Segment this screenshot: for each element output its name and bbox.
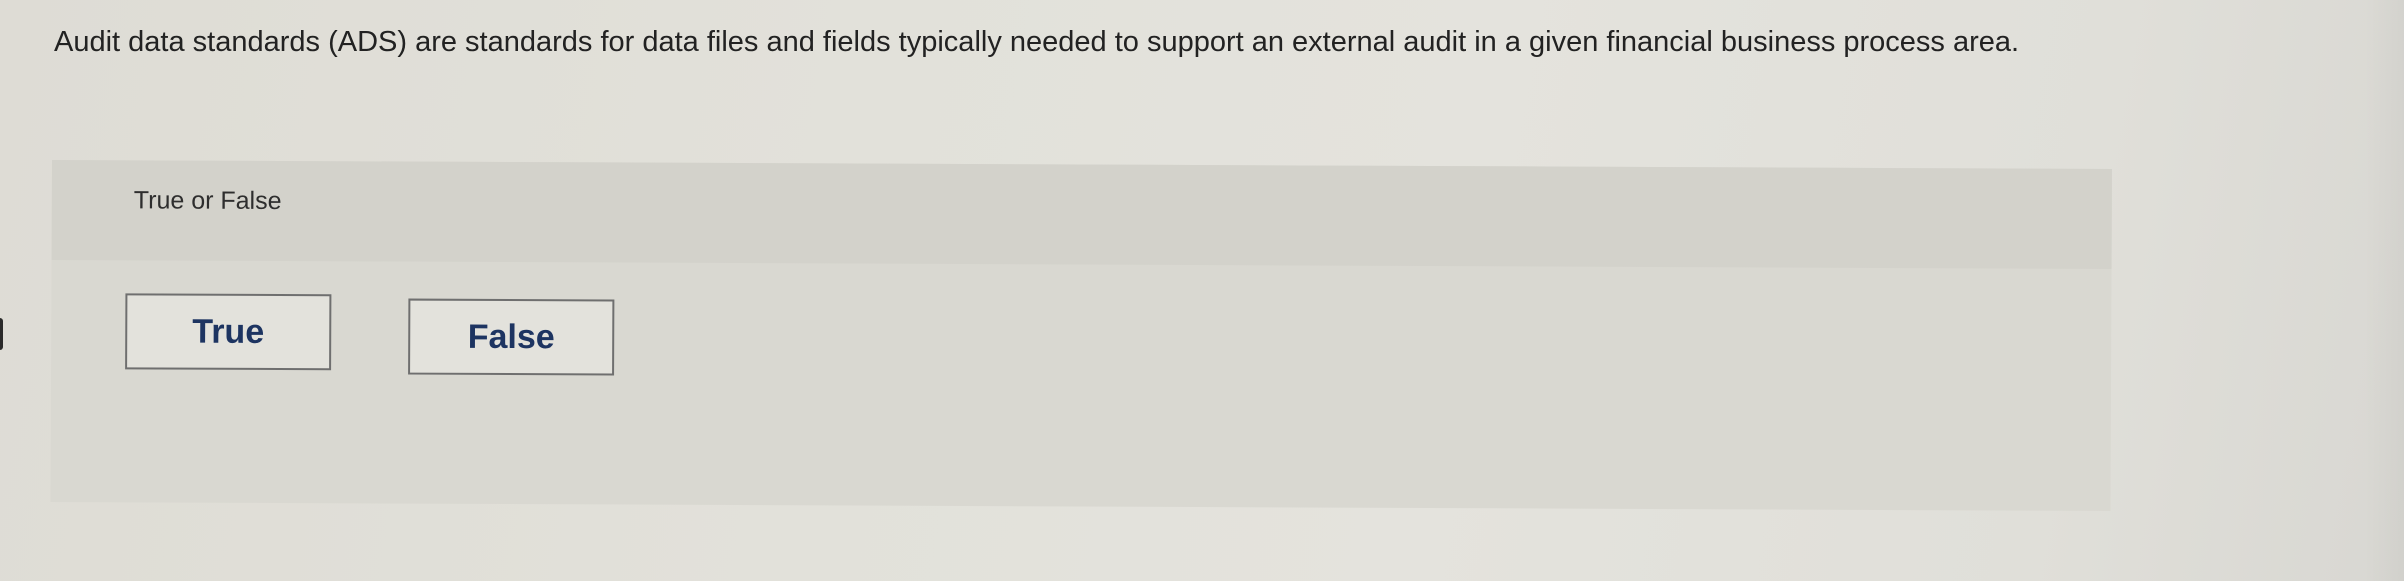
false-button[interactable]: False [408, 298, 615, 376]
answer-panel-header: True or False [51, 160, 2112, 269]
question-type-label: True or False [133, 186, 282, 216]
answer-panel: True or False True False [50, 160, 2112, 511]
true-button[interactable]: True [125, 293, 332, 371]
screen-shade [2364, 0, 2404, 581]
window-edge-marker [0, 318, 3, 350]
page: { "question": { "text": "Audit data stan… [0, 0, 2404, 581]
question-text: Audit data standards (ADS) are standards… [54, 26, 2020, 58]
